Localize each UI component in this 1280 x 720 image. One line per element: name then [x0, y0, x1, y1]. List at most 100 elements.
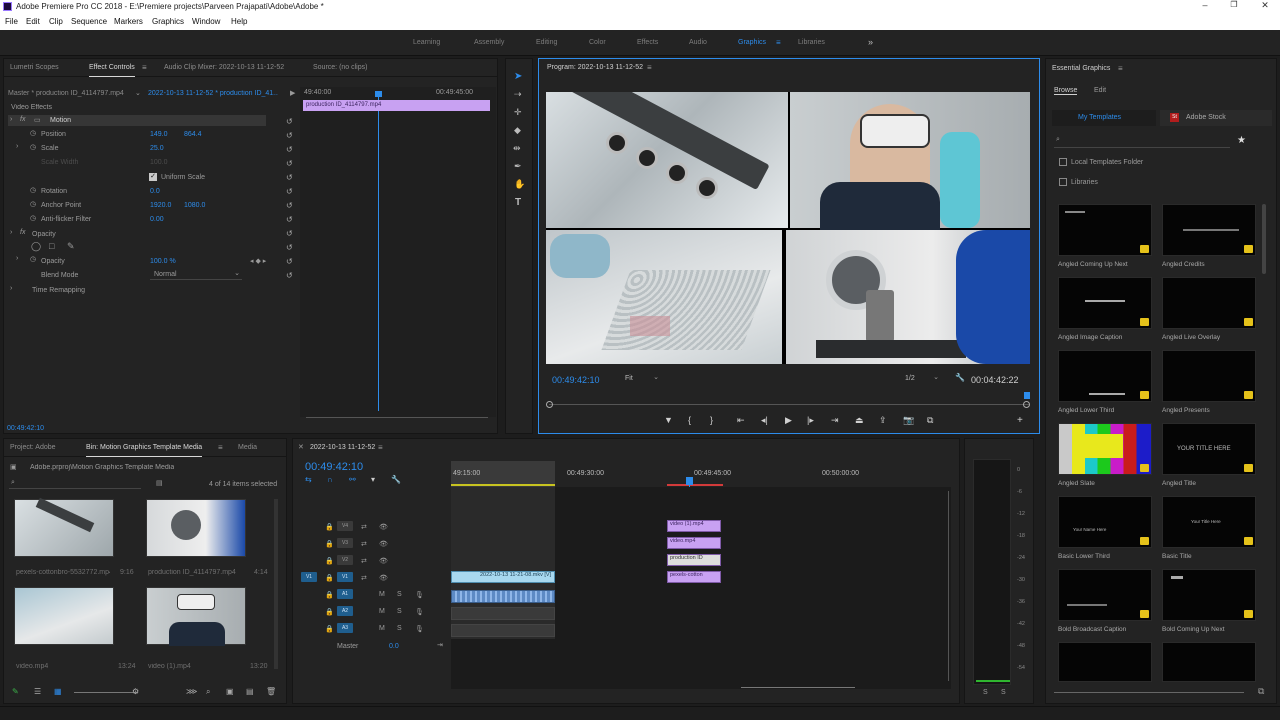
- zoom-slider[interactable]: [74, 692, 138, 693]
- source-v1[interactable]: V1: [301, 572, 317, 582]
- automate-icon[interactable]: ⋙: [186, 687, 197, 696]
- solo-icon[interactable]: S: [397, 625, 402, 632]
- menu-file[interactable]: File: [5, 17, 18, 26]
- timeline-clip-v3[interactable]: video.mp4: [667, 537, 721, 549]
- linked-selection-icon[interactable]: ⚯: [349, 475, 356, 484]
- audio-clip-a3[interactable]: [451, 624, 555, 637]
- sync-icon[interactable]: ⇄: [361, 523, 367, 531]
- track-select-tool-icon[interactable]: ⇢: [514, 89, 522, 100]
- template-thumb[interactable]: [1058, 423, 1152, 475]
- lock-icon[interactable]: 🔒: [325, 591, 334, 599]
- new-bin-icon[interactable]: ▤: [156, 479, 163, 487]
- solo-left-button[interactable]: S: [983, 689, 988, 696]
- tab-audio-clip-mixer[interactable]: Audio Clip Mixer: 2022-10-13 11-12-52: [164, 64, 284, 71]
- track-v3[interactable]: V3: [337, 538, 353, 548]
- eye-icon[interactable]: 👁: [379, 574, 388, 582]
- template-thumb[interactable]: [1162, 642, 1256, 682]
- reset-icon[interactable]: ↺: [286, 199, 296, 213]
- fit-select[interactable]: Fit ⌄: [623, 373, 661, 384]
- more-workspaces-icon[interactable]: »: [868, 37, 873, 47]
- lock-icon[interactable]: 🔒: [325, 557, 334, 565]
- reset-icon[interactable]: ↺: [286, 115, 296, 129]
- rectangle-mask-icon[interactable]: □: [49, 241, 54, 251]
- position-x-value[interactable]: 149.0: [150, 131, 168, 138]
- scale-value[interactable]: 25.0: [150, 145, 164, 152]
- reset-icon[interactable]: ↺: [286, 143, 296, 157]
- template-thumb[interactable]: [1058, 642, 1152, 682]
- expand-arrow-icon[interactable]: ›: [16, 143, 18, 150]
- media-thumb[interactable]: [14, 587, 114, 645]
- find-icon[interactable]: ⌕: [206, 687, 210, 697]
- go-to-in-icon[interactable]: ⇤: [737, 415, 745, 426]
- timeline-clip-mkv[interactable]: 2022-10-13 11-21-08.mkv [V]: [451, 571, 555, 583]
- track-v2[interactable]: V2: [337, 555, 353, 565]
- tab-lumetri-scopes[interactable]: Lumetri Scopes: [10, 64, 59, 71]
- video-frame[interactable]: [546, 92, 1030, 364]
- snap-icon[interactable]: ∩: [327, 475, 333, 484]
- program-scrub-start-handle[interactable]: [546, 401, 553, 408]
- menu-clip[interactable]: Clip: [49, 17, 63, 26]
- audio-clip-a1[interactable]: [451, 590, 555, 603]
- play-icon[interactable]: ▶: [785, 415, 792, 426]
- lock-icon[interactable]: 🔒: [325, 540, 334, 548]
- workspace-graphics[interactable]: Graphics: [738, 39, 766, 46]
- fx-icon[interactable]: fx: [20, 116, 25, 123]
- mic-icon[interactable]: 🎙: [415, 591, 424, 599]
- minimize-button[interactable]: –: [1198, 0, 1212, 13]
- add-marker-icon[interactable]: ▼: [664, 415, 673, 425]
- motion-transform-icon[interactable]: ▭: [34, 116, 41, 124]
- expand-arrow-icon[interactable]: ›: [16, 255, 18, 262]
- reset-icon[interactable]: ↺: [286, 269, 296, 283]
- expand-arrow-icon[interactable]: ›: [10, 116, 12, 123]
- go-to-out-icon[interactable]: ⇥: [831, 415, 839, 426]
- master-value[interactable]: 0.0: [389, 643, 399, 650]
- anchor-x-value[interactable]: 1920.0: [150, 202, 171, 209]
- track-a1[interactable]: A1: [337, 589, 353, 599]
- mute-icon[interactable]: M: [379, 608, 385, 615]
- media-thumb[interactable]: [146, 587, 246, 646]
- opacity-value[interactable]: 100.0 %: [150, 258, 176, 265]
- sort-icon[interactable]: ⚙: [132, 687, 139, 696]
- anti-flicker-value[interactable]: 0.00: [150, 216, 164, 223]
- workspace-assembly[interactable]: Assembly: [474, 39, 504, 46]
- stopwatch-icon[interactable]: ◷: [30, 200, 36, 208]
- dropdown-arrow-icon[interactable]: ⌄: [135, 89, 141, 97]
- template-thumb[interactable]: Your Title Here: [1162, 496, 1256, 548]
- project-search-input[interactable]: ⌕: [9, 479, 141, 489]
- thumb-size-slider[interactable]: [1054, 692, 1244, 693]
- tab-source[interactable]: Source: (no clips): [313, 64, 367, 71]
- maximize-button[interactable]: ❐: [1227, 0, 1241, 13]
- menu-edit[interactable]: Edit: [26, 17, 40, 26]
- settings-wrench-icon[interactable]: 🔧: [391, 475, 401, 484]
- mic-icon[interactable]: 🎙: [415, 625, 424, 633]
- reset-icon[interactable]: ↺: [286, 213, 296, 227]
- template-thumb[interactable]: [1058, 569, 1152, 621]
- template-thumb[interactable]: [1162, 569, 1256, 621]
- program-scrub-bar[interactable]: [549, 404, 1029, 405]
- step-back-icon[interactable]: ◂|: [761, 415, 768, 426]
- panel-menu-icon[interactable]: ≡: [1118, 64, 1123, 73]
- export-frame-icon[interactable]: 📷: [903, 415, 914, 426]
- panel-menu-icon[interactable]: ≡: [647, 63, 652, 72]
- razor-tool-icon[interactable]: ◆: [514, 125, 521, 136]
- pen-mask-icon[interactable]: ✎: [67, 241, 75, 252]
- timeline-clip-v1[interactable]: pexels-cotton: [667, 571, 721, 583]
- libraries-checkbox[interactable]: [1059, 178, 1067, 186]
- mark-out-icon[interactable]: }: [710, 415, 713, 425]
- timeline-clip-v4[interactable]: video (1).mp4: [667, 520, 721, 532]
- reset-icon[interactable]: ↺: [286, 241, 296, 255]
- local-folder-checkbox[interactable]: [1059, 158, 1067, 166]
- workspace-menu-icon[interactable]: ≡: [776, 38, 781, 47]
- workspace-libraries[interactable]: Libraries: [798, 39, 825, 46]
- template-thumb[interactable]: [1058, 350, 1152, 402]
- timeline-timecode[interactable]: 00:49:42:10: [305, 461, 363, 473]
- mute-icon[interactable]: M: [379, 591, 385, 598]
- keyframe-nav-icon[interactable]: ◂ ◆ ▸: [250, 257, 266, 265]
- template-search-input[interactable]: ⌕: [1054, 136, 1230, 148]
- menu-markers[interactable]: Markers: [114, 17, 143, 26]
- fx-icon[interactable]: fx: [20, 229, 25, 236]
- new-template-icon[interactable]: ⧉: [1258, 686, 1264, 697]
- lock-icon[interactable]: ✎: [12, 687, 19, 696]
- my-templates-tab[interactable]: My Templates: [1052, 110, 1156, 126]
- extract-icon[interactable]: ⇪: [879, 415, 887, 426]
